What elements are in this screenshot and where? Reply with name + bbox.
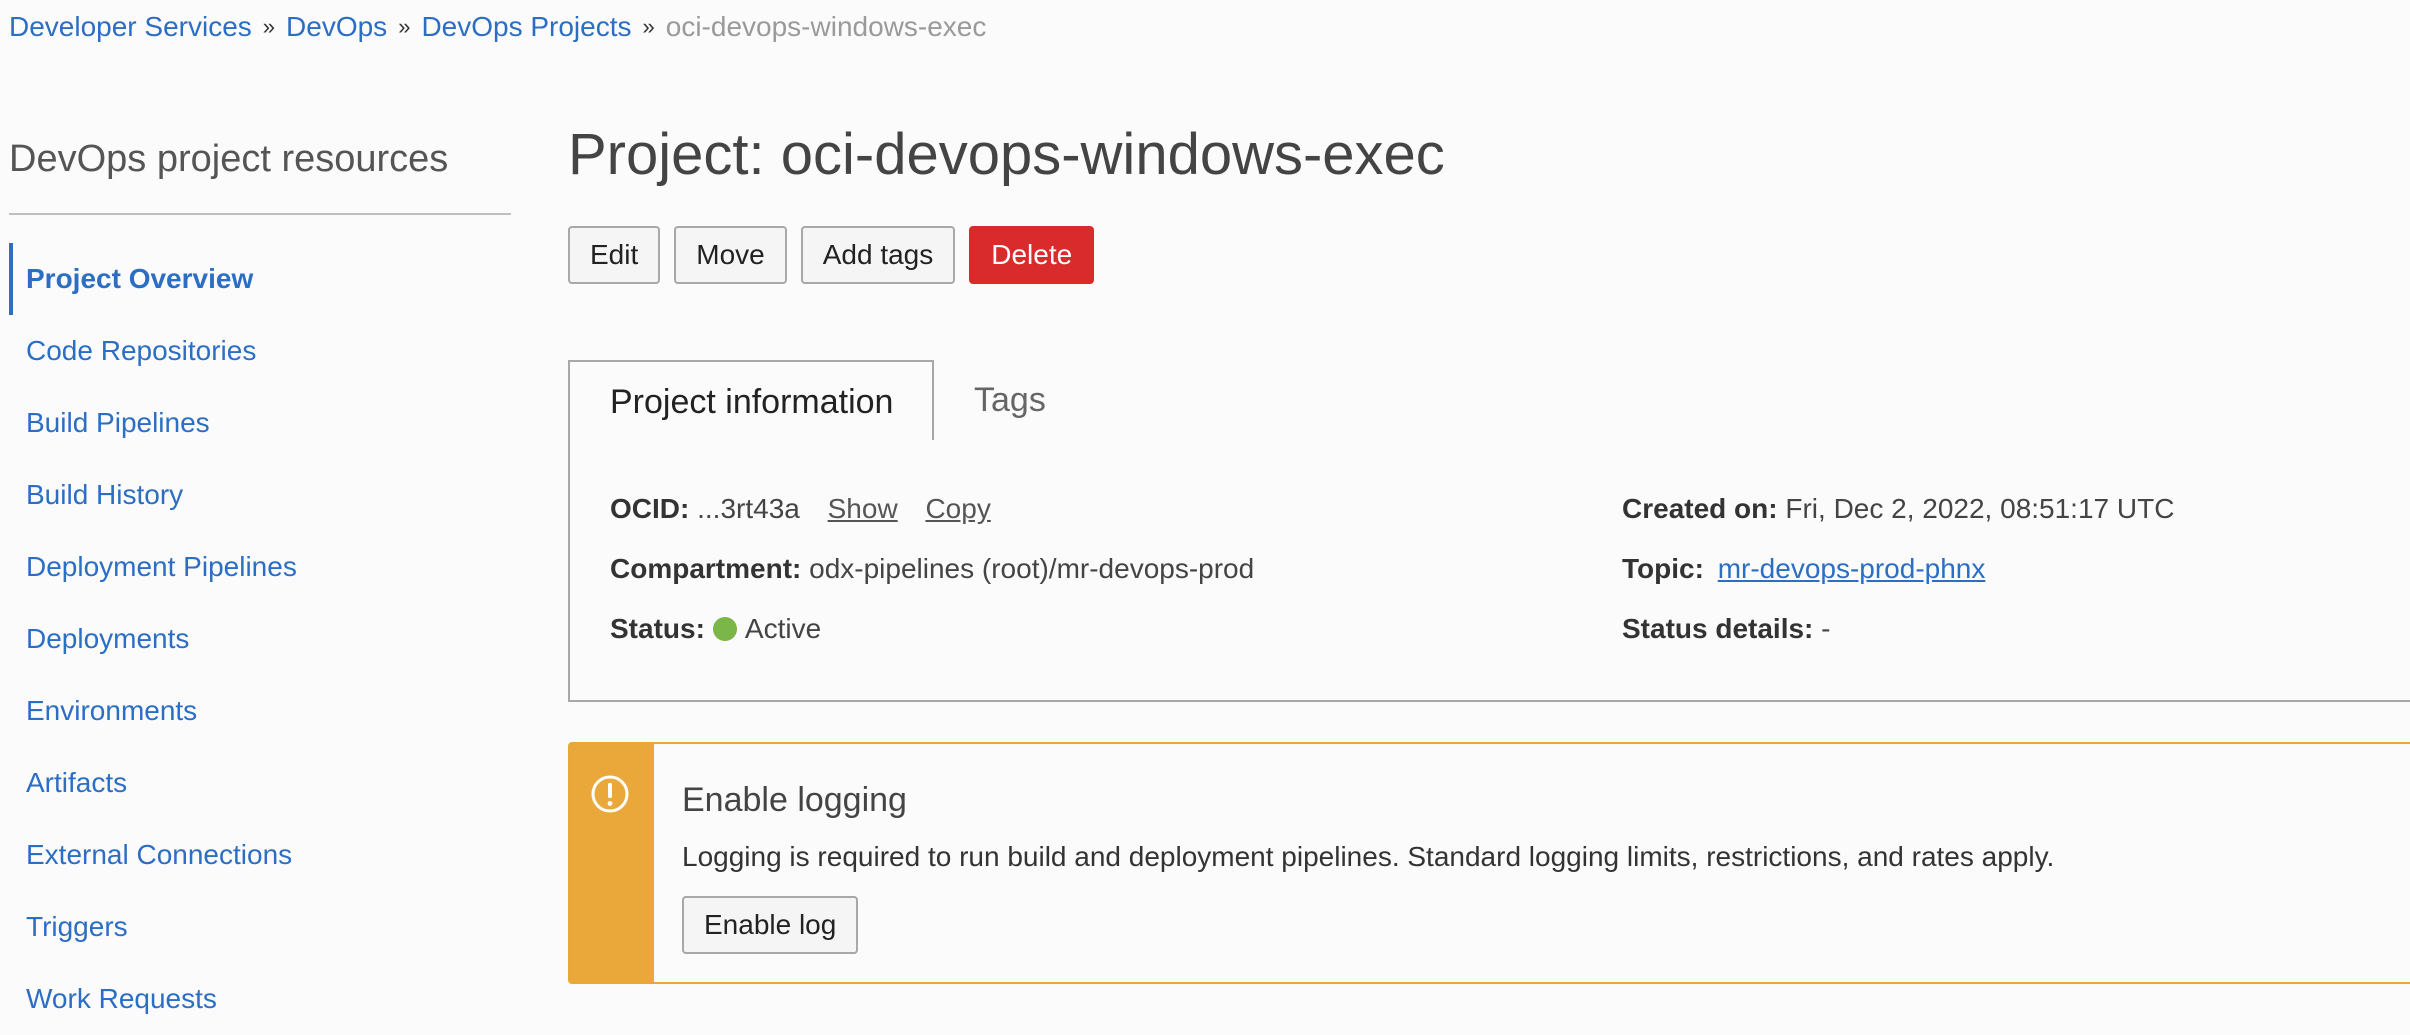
page-title: Project: oci-devops-windows-exec bbox=[568, 122, 1445, 187]
sidebar-item-work-requests[interactable]: Work Requests bbox=[9, 963, 519, 1035]
topic-row: Topic: mr-devops-prod-phnx bbox=[1622, 552, 1985, 586]
ocid-row: OCID: ...3rt43a Show Copy bbox=[610, 492, 991, 526]
status-details-row: Status details: - bbox=[1622, 612, 1831, 646]
enable-logging-alert: Enable logging Logging is required to ru… bbox=[568, 742, 2410, 984]
sidebar-item-build-pipelines[interactable]: Build Pipelines bbox=[9, 387, 519, 459]
sidebar-item-build-history[interactable]: Build History bbox=[9, 459, 519, 531]
tab-project-information[interactable]: Project information bbox=[568, 360, 934, 440]
sidebar-divider bbox=[9, 213, 511, 215]
created-row: Created on: Fri, Dec 2, 2022, 08:51:17 U… bbox=[1622, 492, 2174, 526]
sidebar-item-deployments[interactable]: Deployments bbox=[9, 603, 519, 675]
topic-label: Topic: bbox=[1622, 553, 1704, 584]
project-information-panel: OCID: ...3rt43a Show Copy Compartment: o… bbox=[568, 438, 2410, 702]
compartment-value: odx-pipelines (root)/mr-devops-prod bbox=[809, 553, 1255, 584]
sidebar-title: DevOps project resources bbox=[9, 138, 449, 180]
ocid-value: ...3rt43a bbox=[697, 493, 800, 524]
sidebar-nav: Project Overview Code Repositories Build… bbox=[9, 243, 519, 1035]
sidebar-item-triggers[interactable]: Triggers bbox=[9, 891, 519, 963]
compartment-row: Compartment: odx-pipelines (root)/mr-dev… bbox=[610, 552, 1254, 586]
status-details-label: Status details: bbox=[1622, 613, 1814, 644]
sidebar-item-artifacts[interactable]: Artifacts bbox=[9, 747, 519, 819]
status-active-icon bbox=[712, 617, 737, 641]
ocid-copy-link[interactable]: Copy bbox=[925, 493, 990, 524]
alert-message: Logging is required to run build and dep… bbox=[682, 841, 2055, 872]
sidebar-item-project-overview[interactable]: Project Overview bbox=[9, 243, 519, 315]
sidebar-item-code-repositories[interactable]: Code Repositories bbox=[9, 315, 519, 387]
breadcrumb-separator: » bbox=[262, 14, 276, 39]
breadcrumb: Developer Services » DevOps » DevOps Project… bbox=[9, 10, 986, 46]
topic-link[interactable]: mr-devops-prod-phnx bbox=[1718, 553, 1986, 584]
created-value: Fri, Dec 2, 2022, 08:51:17 UTC bbox=[1785, 493, 2175, 524]
enable-log-button[interactable]: Enable log bbox=[682, 896, 859, 954]
breadcrumb-current: oci-devops-windows-exec bbox=[665, 11, 987, 42]
sidebar-item-environments[interactable]: Environments bbox=[9, 675, 519, 747]
add-tags-button[interactable]: Add tags bbox=[800, 226, 956, 284]
status-value: Active bbox=[744, 613, 822, 644]
tab-tags[interactable]: Tags bbox=[934, 360, 1046, 440]
move-button[interactable]: Move bbox=[674, 226, 787, 284]
status-row: Status: Active bbox=[610, 612, 821, 646]
exclamation-circle-icon bbox=[591, 775, 629, 813]
compartment-label: Compartment: bbox=[610, 553, 802, 584]
sidebar-item-external-connections[interactable]: External Connections bbox=[9, 819, 519, 891]
ocid-label: OCID: bbox=[610, 493, 690, 524]
alert-title: Enable logging bbox=[682, 781, 907, 819]
breadcrumb-developer-services[interactable]: Developer Services bbox=[9, 11, 252, 42]
breadcrumb-separator: » bbox=[642, 14, 655, 39]
breadcrumb-devops[interactable]: DevOps bbox=[286, 11, 387, 42]
tab-bar: Project information Tags bbox=[568, 360, 2410, 440]
breadcrumb-separator: » bbox=[398, 14, 411, 39]
edit-button[interactable]: Edit bbox=[568, 226, 661, 284]
alert-strip bbox=[570, 744, 654, 982]
delete-button[interactable]: Delete bbox=[969, 226, 1095, 284]
ocid-show-link[interactable]: Show bbox=[828, 493, 898, 524]
sidebar-item-deployment-pipelines[interactable]: Deployment Pipelines bbox=[9, 531, 519, 603]
status-label: Status: bbox=[610, 613, 705, 644]
status-details-value: - bbox=[1821, 613, 1831, 644]
action-bar: Edit Move Add tags Delete bbox=[568, 226, 1095, 284]
created-label: Created on: bbox=[1622, 493, 1778, 524]
breadcrumb-devops-projects[interactable]: DevOps Projects bbox=[421, 11, 631, 42]
